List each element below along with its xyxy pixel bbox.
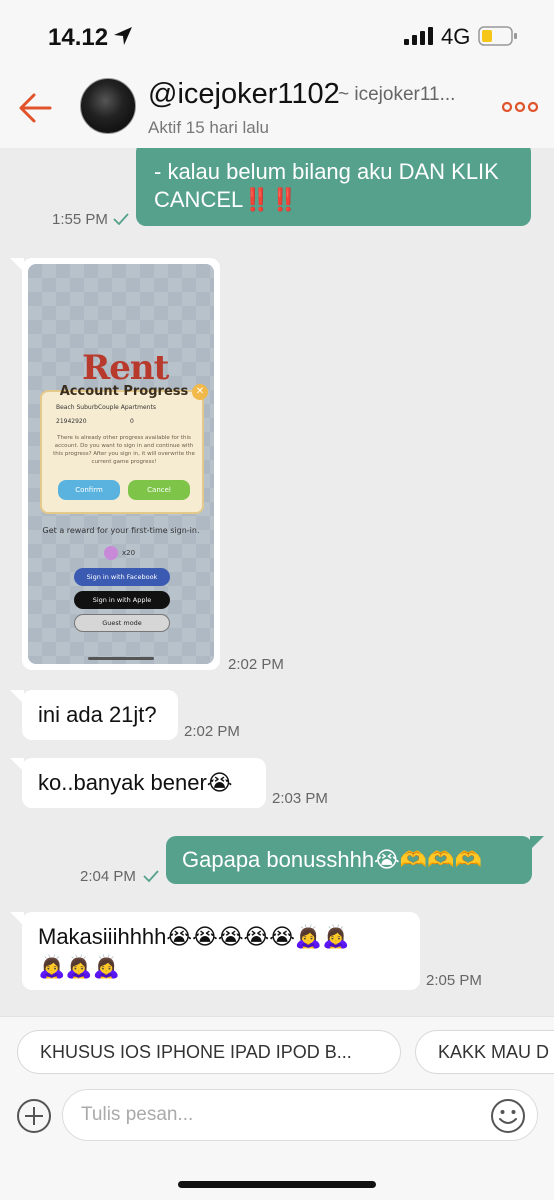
apartment-name: Beach SuburbCouple Apartments [56, 404, 156, 411]
home-indicator [88, 657, 154, 660]
active-status: Aktif 15 hari lalu [148, 118, 269, 137]
battery-icon [478, 26, 517, 46]
game-logo: Rent [82, 348, 169, 388]
message-input-bar [0, 1084, 554, 1200]
reward-count: x20 [122, 549, 136, 557]
message-time: 2:03 PM [272, 790, 328, 807]
cash-amount: 21942920 [56, 418, 87, 425]
contact-username[interactable]: @icejoker1102 [148, 78, 340, 111]
extra-amount: 0 [130, 418, 134, 425]
message-bubble-incoming[interactable]: ini ada 21jt? [22, 690, 178, 740]
back-arrow-icon[interactable] [16, 90, 56, 126]
message-bubble-incoming[interactable]: ko..banyak bener😭 [22, 758, 266, 808]
status-bar: 14.12 4G [0, 0, 554, 72]
guest-mode-button: Guest mode [74, 614, 170, 632]
message-time: 2:05 PM [426, 972, 482, 989]
dialog-title: Account Progress [59, 384, 189, 399]
dialog-message: There is already other progress availabl… [53, 435, 195, 465]
signal-icon [404, 27, 433, 45]
message-time: 2:04 PM [80, 868, 136, 885]
cancel-button: Cancel [128, 480, 190, 500]
message-time: 2:02 PM [184, 723, 240, 740]
facebook-signin-button: Sign in with Facebook [74, 568, 170, 586]
gem-icon [104, 546, 118, 560]
message-text: Gapapa bonusshhh😭🫶🫶🫶 [182, 847, 482, 872]
emoji-icon[interactable] [490, 1098, 526, 1134]
message-input[interactable] [62, 1089, 538, 1141]
location-arrow-icon [114, 27, 132, 45]
account-progress-dialog: Account Progress ✕ Beach SuburbCouple Ap… [40, 384, 208, 514]
reward-text: Get a reward for your first-time sign-in… [42, 526, 200, 535]
message-text: ini ada 21jt? [38, 702, 157, 727]
message-text: - kalau belum bilang aku DAN KLIK CANCEL… [154, 159, 499, 212]
game-screenshot: Rent Account Progress ✕ Beach SuburbCoup… [28, 264, 214, 664]
message-bubble-outgoing[interactable]: Gapapa bonusshhh😭🫶🫶🫶 [166, 836, 532, 884]
message-bubble-incoming[interactable]: Makasiiihhhh😭😭😭😭😭🙇‍♀️🙇‍♀️ 🙇‍♀️🙇‍♀️🙇‍♀️ [22, 912, 420, 990]
more-dots-icon[interactable] [502, 100, 538, 114]
quick-reply-bar: KHUSUS IOS IPHONE IPAD IPOD B... KAKK MA… [0, 1016, 554, 1084]
confirm-button: Confirm [58, 480, 120, 500]
contact-alt-name: ~ icejoker11... [338, 84, 456, 105]
avatar[interactable] [80, 78, 136, 134]
network-type: 4G [441, 24, 471, 49]
check-icon [113, 213, 129, 225]
check-icon [143, 870, 159, 882]
message-text-line: Makasiiihhhh😭😭😭😭😭🙇‍♀️🙇‍♀️ [38, 924, 350, 949]
home-indicator [178, 1181, 376, 1188]
plus-icon[interactable] [16, 1098, 52, 1134]
message-bubble-outgoing[interactable]: - kalau belum bilang aku DAN KLIK CANCEL… [136, 148, 531, 226]
image-message[interactable]: Rent Account Progress ✕ Beach SuburbCoup… [22, 258, 220, 670]
chat-header: @icejoker1102 ~ icejoker11... Aktif 15 h… [0, 72, 554, 148]
quick-reply-chip[interactable]: KHUSUS IOS IPHONE IPAD IPOD B... [17, 1030, 401, 1074]
message-time: 1:55 PM [52, 211, 108, 228]
message-time: 2:02 PM [228, 656, 284, 673]
message-text-line: 🙇‍♀️🙇‍♀️🙇‍♀️ [38, 954, 121, 979]
chat-area[interactable]: - kalau belum bilang aku DAN KLIK CANCEL… [0, 148, 554, 1016]
message-text: ko..banyak bener😭 [38, 770, 233, 795]
close-icon: ✕ [192, 384, 208, 400]
quick-reply-chip[interactable]: KAKK MAU D [415, 1030, 554, 1074]
status-time: 14.12 [48, 24, 109, 51]
apple-signin-button: Sign in with Apple [74, 591, 170, 609]
